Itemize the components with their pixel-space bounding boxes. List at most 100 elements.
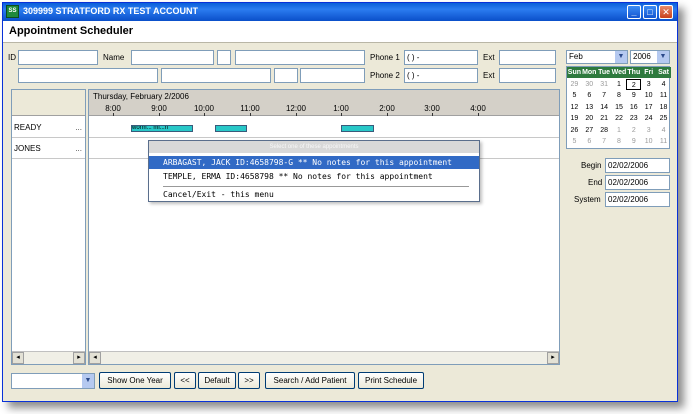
calendar-day[interactable]: 16 bbox=[626, 102, 641, 113]
calendar-day[interactable]: 1 bbox=[612, 125, 627, 136]
print-schedule-button[interactable]: Print Schedule bbox=[358, 372, 424, 389]
appointment-block[interactable] bbox=[341, 125, 374, 132]
phone2-field[interactable]: ( ) - bbox=[404, 68, 478, 83]
phone1-field[interactable]: ( ) - bbox=[404, 50, 478, 65]
resource-row[interactable]: READY ... bbox=[12, 118, 85, 138]
calendar-day[interactable]: 7 bbox=[597, 90, 612, 101]
calendar-day[interactable]: 5 bbox=[567, 136, 582, 147]
id-field[interactable] bbox=[18, 50, 98, 65]
calendar-day[interactable]: 22 bbox=[612, 113, 627, 124]
scroll-left-icon[interactable]: ◂ bbox=[12, 352, 24, 364]
calendar-day[interactable]: 8 bbox=[612, 136, 627, 147]
popup-item-temple[interactable]: TEMPLE, ERMA ID:4658798 ** No notes for … bbox=[149, 170, 479, 183]
minimize-button[interactable]: _ bbox=[627, 5, 641, 19]
resource-hscrollbar[interactable]: ◂ ▸ bbox=[12, 351, 85, 364]
calendar-day[interactable]: 15 bbox=[612, 102, 627, 113]
calendar-day[interactable]: 6 bbox=[582, 136, 597, 147]
calendar-day[interactable]: 17 bbox=[641, 102, 656, 113]
ext2-field[interactable] bbox=[499, 68, 556, 83]
resource-more-button[interactable]: ... bbox=[75, 123, 82, 132]
calendar-week-row: 5 6 7 8 9 10 11 bbox=[567, 136, 669, 148]
calendar-day[interactable]: 21 bbox=[597, 113, 612, 124]
calendar-day[interactable]: 9 bbox=[626, 90, 641, 101]
calendar-day[interactable]: 26 bbox=[567, 125, 582, 136]
calendar-day[interactable]: 23 bbox=[626, 113, 641, 124]
calendar-day[interactable]: 25 bbox=[656, 113, 671, 124]
first-name-field[interactable] bbox=[235, 50, 365, 65]
weekday-label: Mon bbox=[581, 67, 597, 78]
calendar-day[interactable]: 19 bbox=[567, 113, 582, 124]
calendar-day[interactable]: 10 bbox=[641, 90, 656, 101]
calendar-day[interactable]: 13 bbox=[582, 102, 597, 113]
default-button[interactable]: Default bbox=[198, 372, 236, 389]
calendar-day[interactable]: 4 bbox=[656, 79, 671, 90]
title-bar[interactable]: SS 309999 STRATFORD RX TEST ACCOUNT _ □ … bbox=[3, 3, 677, 21]
year-value: 2006 bbox=[633, 52, 651, 61]
time-label: 8:00 bbox=[105, 104, 121, 113]
middle-initial-field[interactable] bbox=[217, 50, 231, 65]
calendar-day[interactable]: 28 bbox=[597, 125, 612, 136]
calendar-day[interactable]: 11 bbox=[656, 90, 671, 101]
month-select[interactable]: Feb ▼ bbox=[566, 50, 628, 64]
calendar-day[interactable]: 3 bbox=[641, 125, 656, 136]
resource-more-button[interactable]: ... bbox=[75, 144, 82, 153]
scroll-right-icon[interactable]: ▸ bbox=[73, 352, 85, 364]
calendar-day[interactable]: 6 bbox=[582, 90, 597, 101]
calendar-day[interactable]: 24 bbox=[641, 113, 656, 124]
calendar-day[interactable]: 7 bbox=[597, 136, 612, 147]
system-label: System bbox=[574, 195, 601, 204]
calendar-day[interactable]: 31 bbox=[597, 79, 612, 90]
calendar-week-row: 19 20 21 22 23 24 25 bbox=[567, 113, 669, 125]
calendar-day[interactable]: 4 bbox=[656, 125, 671, 136]
calendar-day[interactable]: 20 bbox=[582, 113, 597, 124]
schedule-row[interactable]: worm... mi...n bbox=[89, 118, 559, 138]
postal-code-field[interactable] bbox=[300, 68, 365, 83]
calendar-day[interactable]: 11 bbox=[656, 136, 671, 147]
calendar-day[interactable]: 30 bbox=[582, 79, 597, 90]
end-date-field[interactable]: 02/02/2006 bbox=[605, 175, 670, 190]
chevron-down-icon[interactable]: ▼ bbox=[82, 374, 94, 388]
calendar-day[interactable]: 8 bbox=[612, 90, 627, 101]
calendar-day[interactable]: 1 bbox=[612, 79, 627, 90]
city-field[interactable] bbox=[161, 68, 271, 83]
popup-item-arbagast[interactable]: ARBAGAST, JACK ID:4658798-G ** No notes … bbox=[149, 156, 479, 169]
calendar-day[interactable]: 27 bbox=[582, 125, 597, 136]
state-field[interactable] bbox=[274, 68, 298, 83]
calendar-day[interactable]: 9 bbox=[626, 136, 641, 147]
calendar-day[interactable]: 3 bbox=[641, 79, 656, 90]
resource-row[interactable]: JONES ... bbox=[12, 139, 85, 159]
resource-panel: READY ... JONES ... ◂ ▸ bbox=[11, 89, 86, 365]
maximize-button[interactable]: □ bbox=[643, 5, 657, 19]
previous-button[interactable]: << bbox=[174, 372, 196, 389]
chevron-down-icon[interactable]: ▼ bbox=[657, 51, 669, 63]
calendar-day[interactable]: 5 bbox=[567, 90, 582, 101]
calendar-day[interactable]: 12 bbox=[567, 102, 582, 113]
calendar-day[interactable]: 10 bbox=[641, 136, 656, 147]
close-button[interactable]: ✕ bbox=[659, 5, 673, 19]
appointment-popup: Select one of these appointments ARBAGAS… bbox=[148, 140, 480, 202]
schedule-hscrollbar[interactable]: ◂ ▸ bbox=[89, 351, 559, 364]
calendar-day[interactable]: 2 bbox=[626, 78, 642, 90]
calendar-day[interactable]: 18 bbox=[656, 102, 671, 113]
time-tick bbox=[159, 113, 160, 116]
calendar-day[interactable]: 14 bbox=[597, 102, 612, 113]
calendar-day[interactable]: 29 bbox=[567, 79, 582, 90]
popup-item-cancel[interactable]: Cancel/Exit - this menu bbox=[149, 188, 479, 201]
next-button[interactable]: >> bbox=[238, 372, 260, 389]
begin-date-field[interactable]: 02/02/2006 bbox=[605, 158, 670, 173]
appointment-block[interactable] bbox=[215, 125, 247, 132]
chevron-down-icon[interactable]: ▼ bbox=[615, 51, 627, 63]
ext1-field[interactable] bbox=[499, 50, 556, 65]
address-field[interactable] bbox=[18, 68, 158, 83]
year-select[interactable]: 2006 ▼ bbox=[630, 50, 670, 64]
scroll-right-icon[interactable]: ▸ bbox=[547, 352, 559, 364]
calendar-day[interactable]: 2 bbox=[626, 125, 641, 136]
search-add-patient-button[interactable]: Search / Add Patient bbox=[265, 372, 355, 389]
appointment-block[interactable]: worm... mi...n bbox=[131, 125, 193, 132]
last-name-field[interactable] bbox=[131, 50, 214, 65]
show-one-year-button[interactable]: Show One Year bbox=[99, 372, 171, 389]
scroll-left-icon[interactable]: ◂ bbox=[89, 352, 101, 364]
system-date-field[interactable]: 02/02/2006 bbox=[605, 192, 670, 207]
time-tick bbox=[341, 113, 342, 116]
resource-filter-select[interactable]: ▼ bbox=[11, 373, 95, 389]
